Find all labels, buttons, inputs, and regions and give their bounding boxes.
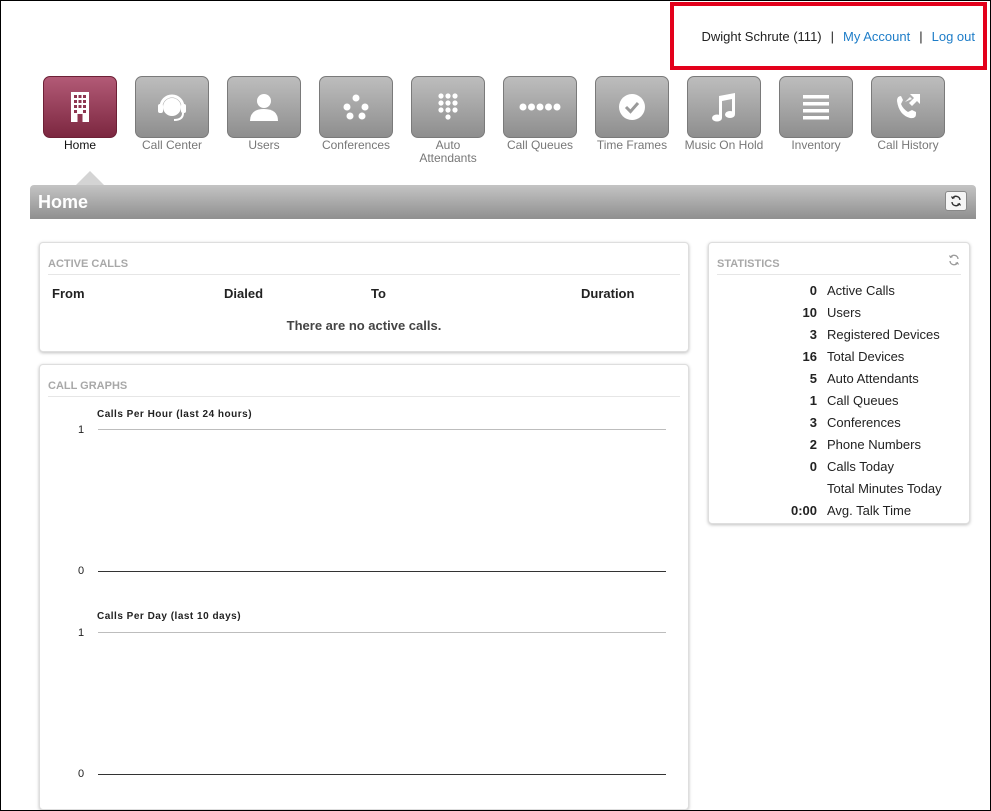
stat-label: Conferences [827,415,901,430]
refresh-icon [949,254,959,266]
logout-link[interactable]: Log out [932,29,975,44]
stat-label: Registered Devices [827,327,940,342]
stat-label: Users [827,305,861,320]
nav-call-queues[interactable]: Call Queues [500,76,580,152]
stat-label: Active Calls [827,283,895,298]
nav-label: Music On Hold [684,138,764,152]
nav-label: Time Frames [596,138,668,152]
nav-users[interactable]: Users [224,76,304,152]
stat-total-devices: 16 Total Devices [709,349,969,371]
stat-label: Total Devices [827,349,905,364]
section-header: Home [30,185,976,219]
nav-label: Inventory [791,138,841,152]
column-header-duration: Duration [581,286,635,301]
stat-label: Total Minutes Today [827,481,942,496]
divider [48,274,680,275]
active-nav-pointer [76,171,104,185]
queue-dots-icon [503,76,577,138]
stat-value: 0 [809,459,817,474]
divider [48,396,680,397]
divider [717,274,961,275]
nav-conferences[interactable]: Conferences [316,76,396,152]
page-title: Home [38,192,89,212]
clock-icon [595,76,669,138]
panel-title: CALL GRAPHS [48,380,128,392]
nav-inventory[interactable]: Inventory [776,76,856,152]
panel-title: ACTIVE CALLS [48,258,129,270]
baseline [98,774,666,775]
gridline [98,429,666,430]
stat-value: 3 [809,415,817,430]
phone-arrows-icon [871,76,945,138]
stat-value: 5 [809,371,817,386]
column-header-from: From [52,286,85,301]
panel-title: STATISTICS [717,258,780,270]
building-icon [43,76,117,138]
nav-label: Home [63,138,96,152]
stat-label: Phone Numbers [827,437,921,452]
stat-label: Avg. Talk Time [827,503,912,518]
nav-label: Users [248,138,280,152]
stat-value: 10 [802,305,817,320]
refresh-icon [950,195,962,207]
graph-title: Calls Per Day (last 10 days) [97,611,242,622]
stat-users: 10 Users [709,305,969,327]
list-icon [779,76,853,138]
stat-label: Auto Attendants [827,371,919,386]
stat-conferences: 3 Conferences [709,415,969,437]
nav-label: Call History [877,138,939,152]
y-tick-label: 1 [78,627,85,639]
y-tick-label: 0 [78,768,85,780]
nav-home[interactable]: Home [40,76,120,152]
stat-auto-attendants: 5 Auto Attendants [709,371,969,393]
stat-calls-today: 0 Calls Today [709,459,969,481]
stat-value: 2 [809,437,817,452]
nav-call-center[interactable]: Call Center [132,76,212,152]
baseline [98,571,666,572]
y-tick-label: 1 [78,424,85,436]
user-icon [227,76,301,138]
graph-title: Calls Per Hour (last 24 hours) [97,409,253,420]
stat-call-queues: 1 Call Queues [709,393,969,415]
conference-icon [319,76,393,138]
stat-value: 16 [802,349,817,364]
stat-active-calls: 0 Active Calls [709,283,969,305]
stat-value: 3 [809,327,817,342]
nav-label: Call Center [141,138,203,152]
refresh-button[interactable] [945,191,967,211]
stat-total-minutes-today: Total Minutes Today [709,481,969,503]
stat-label: Call Queues [827,393,899,408]
separator: | [830,28,835,44]
separator: | [919,28,923,44]
stat-avg-talk-time: 0:00 Avg. Talk Time [709,503,969,525]
nav-call-history[interactable]: Call History [868,76,948,152]
nav-label: Call Queues [506,138,574,152]
stat-registered-devices: 3 Registered Devices [709,327,969,349]
nav-label: Conferences [321,138,391,152]
nav-label: Auto Attendants [419,138,477,165]
stat-value: 0 [809,283,817,298]
stat-value: 1 [809,393,817,408]
stats-refresh-button[interactable] [948,253,960,271]
headset-icon [135,76,209,138]
nav-auto-attendants[interactable]: Auto Attendants [408,76,488,165]
call-graphs-panel: CALL GRAPHS Calls Per Hour (last 24 hour… [39,364,689,810]
my-account-link[interactable]: My Account [843,29,910,44]
user-name: Dwight Schrute (111) [701,28,822,44]
music-note-icon [687,76,761,138]
user-account-bar: Dwight Schrute (111) | My Account | Log … [670,2,987,70]
nav-time-frames[interactable]: Time Frames [592,76,672,152]
empty-message: There are no active calls. [286,318,442,333]
active-calls-panel: ACTIVE CALLS From Dialed To Duration The… [39,242,689,352]
keypad-icon [411,76,485,138]
y-tick-label: 0 [78,565,85,577]
gridline [98,632,666,633]
column-header-to: To [371,286,386,301]
stat-value: 0:00 [790,503,817,518]
statistics-panel: STATISTICS 0 Active Calls 10 Users 3 Regist… [708,242,970,524]
stat-label: Calls Today [827,459,894,474]
nav-music-on-hold[interactable]: Music On Hold [684,76,764,152]
column-header-dialed: Dialed [224,286,264,301]
stat-phone-numbers: 2 Phone Numbers [709,437,969,459]
